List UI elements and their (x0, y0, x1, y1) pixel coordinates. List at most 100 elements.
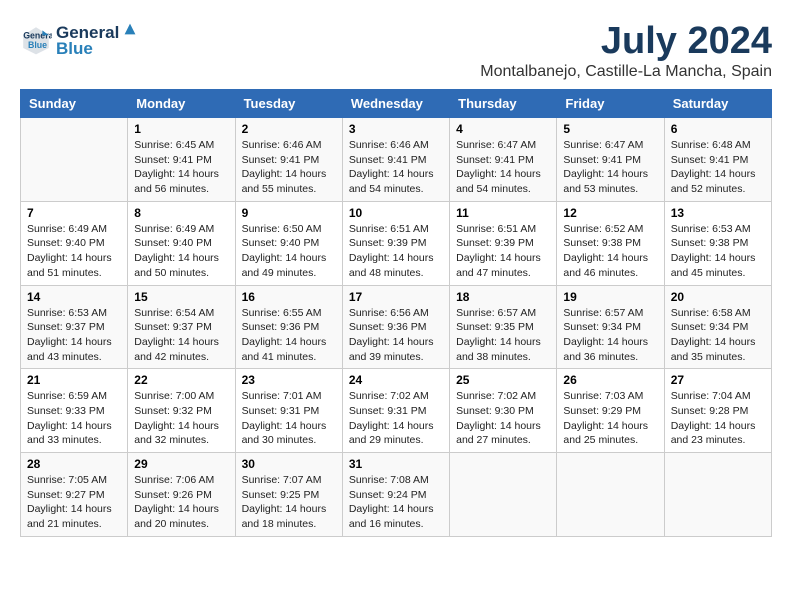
week-row-1: 1Sunrise: 6:45 AM Sunset: 9:41 PM Daylig… (21, 118, 772, 202)
svg-text:Blue: Blue (28, 40, 47, 50)
cell-content: Sunrise: 7:02 AM Sunset: 9:30 PM Dayligh… (456, 389, 550, 448)
calendar-cell: 29 Sunrise: 7:06 AM Sunset: 9:26 PM Dayli… (128, 453, 235, 537)
day-header-friday: Friday (557, 90, 664, 118)
day-number: 20 (671, 290, 765, 304)
svg-text:General: General (23, 30, 52, 40)
cell-content: Sunrise: 6:59 AM Sunset: 9:33 PM Dayligh… (27, 389, 121, 448)
calendar-cell: 17Sunrise: 6:56 AM Sunset: 9:36 PM Dayli… (342, 285, 449, 369)
cell-content: Sunrise: 6:58 AM Sunset: 9:34 PM Dayligh… (671, 306, 765, 365)
day-number: 18 (456, 290, 550, 304)
day-number: 4 (456, 122, 550, 136)
cell-content: Sunrise: 6:47 AM Sunset: 9:41 PM Dayligh… (456, 138, 550, 197)
calendar-cell: 26 Sunrise: 7:03 AM Sunset: 9:29 PM Dayli… (557, 369, 664, 453)
cell-content: Sunrise: 6:57 AM Sunset: 9:35 PM Dayligh… (456, 306, 550, 365)
cell-content: Sunrise: 7:06 AM Sunset: 9:26 PM Dayligh… (134, 473, 228, 532)
day-number: 25 (456, 373, 550, 387)
cell-content: Sunrise: 6:49 AM Sunset: 9:40 PM Dayligh… (27, 222, 121, 281)
logo-icon: General Blue (20, 24, 52, 56)
cell-content: Sunrise: 6:56 AM Sunset: 9:36 PM Dayligh… (349, 306, 443, 365)
cell-content: Sunrise: 7:07 AM Sunset: 9:25 PM Dayligh… (242, 473, 336, 532)
cell-content: Sunrise: 6:48 AM Sunset: 9:41 PM Dayligh… (671, 138, 765, 197)
calendar-cell: 31 Sunrise: 7:08 AM Sunset: 9:24 PM Dayli… (342, 453, 449, 537)
calendar-cell (450, 453, 557, 537)
location-subtitle: Montalbanejo, Castille-La Mancha, Spain (480, 63, 772, 81)
cell-content: Sunrise: 6:49 AM Sunset: 9:40 PM Dayligh… (134, 222, 228, 281)
calendar-cell: 19 Sunrise: 6:57 AM Sunset: 9:34 PM Dayli… (557, 285, 664, 369)
day-number: 16 (242, 290, 336, 304)
calendar-cell: 16 Sunrise: 6:55 AM Sunset: 9:36 PM Dayli… (235, 285, 342, 369)
cell-content: Sunrise: 6:57 AM Sunset: 9:34 PM Dayligh… (563, 306, 657, 365)
cell-content: Sunrise: 7:03 AM Sunset: 9:29 PM Dayligh… (563, 389, 657, 448)
calendar-cell: 24Sunrise: 7:02 AM Sunset: 9:31 PM Dayli… (342, 369, 449, 453)
day-number: 3 (349, 122, 443, 136)
calendar-table: SundayMondayTuesdayWednesdayThursdayFrid… (20, 89, 772, 537)
calendar-cell: 7Sunrise: 6:49 AM Sunset: 9:40 PM Daylig… (21, 201, 128, 285)
day-number: 23 (242, 373, 336, 387)
cell-content: Sunrise: 6:46 AM Sunset: 9:41 PM Dayligh… (242, 138, 336, 197)
calendar-cell: 27 Sunrise: 7:04 AM Sunset: 9:28 PM Dayli… (664, 369, 771, 453)
day-number: 12 (563, 206, 657, 220)
calendar-cell: 5Sunrise: 6:47 AM Sunset: 9:41 PM Daylig… (557, 118, 664, 202)
calendar-cell (21, 118, 128, 202)
cell-content: Sunrise: 6:51 AM Sunset: 9:39 PM Dayligh… (456, 222, 550, 281)
calendar-cell: 9Sunrise: 6:50 AM Sunset: 9:40 PM Daylig… (235, 201, 342, 285)
day-number: 14 (27, 290, 121, 304)
cell-content: Sunrise: 6:47 AM Sunset: 9:41 PM Dayligh… (563, 138, 657, 197)
calendar-cell: 8Sunrise: 6:49 AM Sunset: 9:40 PM Daylig… (128, 201, 235, 285)
day-number: 28 (27, 457, 121, 471)
calendar-cell: 20 Sunrise: 6:58 AM Sunset: 9:34 PM Dayli… (664, 285, 771, 369)
week-row-5: 28 Sunrise: 7:05 AM Sunset: 9:27 PM Dayli… (21, 453, 772, 537)
calendar-cell: 2Sunrise: 6:46 AM Sunset: 9:41 PM Daylig… (235, 118, 342, 202)
cell-content: Sunrise: 6:53 AM Sunset: 9:37 PM Dayligh… (27, 306, 121, 365)
day-number: 31 (349, 457, 443, 471)
page-header: General Blue General Blue July 2024 Mont… (20, 20, 772, 81)
calendar-cell: 12 Sunrise: 6:52 AM Sunset: 9:38 PM Dayli… (557, 201, 664, 285)
day-number: 22 (134, 373, 228, 387)
day-number: 26 (563, 373, 657, 387)
week-row-3: 14 Sunrise: 6:53 AM Sunset: 9:37 PM Dayli… (21, 285, 772, 369)
cell-content: Sunrise: 7:04 AM Sunset: 9:28 PM Dayligh… (671, 389, 765, 448)
week-row-4: 21Sunrise: 6:59 AM Sunset: 9:33 PM Dayli… (21, 369, 772, 453)
day-number: 19 (563, 290, 657, 304)
cell-content: Sunrise: 7:08 AM Sunset: 9:24 PM Dayligh… (349, 473, 443, 532)
calendar-cell: 10 Sunrise: 6:51 AM Sunset: 9:39 PM Dayli… (342, 201, 449, 285)
day-header-wednesday: Wednesday (342, 90, 449, 118)
cell-content: Sunrise: 6:55 AM Sunset: 9:36 PM Dayligh… (242, 306, 336, 365)
calendar-cell: 28 Sunrise: 7:05 AM Sunset: 9:27 PM Dayli… (21, 453, 128, 537)
week-row-2: 7Sunrise: 6:49 AM Sunset: 9:40 PM Daylig… (21, 201, 772, 285)
calendar-cell: 25 Sunrise: 7:02 AM Sunset: 9:30 PM Dayli… (450, 369, 557, 453)
calendar-cell: 6 Sunrise: 6:48 AM Sunset: 9:41 PM Daylig… (664, 118, 771, 202)
cell-content: Sunrise: 7:00 AM Sunset: 9:32 PM Dayligh… (134, 389, 228, 448)
day-number: 13 (671, 206, 765, 220)
day-number: 10 (349, 206, 443, 220)
day-number: 11 (456, 206, 550, 220)
cell-content: Sunrise: 7:02 AM Sunset: 9:31 PM Dayligh… (349, 389, 443, 448)
day-number: 27 (671, 373, 765, 387)
cell-content: Sunrise: 6:52 AM Sunset: 9:38 PM Dayligh… (563, 222, 657, 281)
day-number: 15 (134, 290, 228, 304)
cell-content: Sunrise: 6:50 AM Sunset: 9:40 PM Dayligh… (242, 222, 336, 281)
day-number: 29 (134, 457, 228, 471)
day-header-sunday: Sunday (21, 90, 128, 118)
day-number: 1 (134, 122, 228, 136)
calendar-cell: 3Sunrise: 6:46 AM Sunset: 9:41 PM Daylig… (342, 118, 449, 202)
cell-content: Sunrise: 7:01 AM Sunset: 9:31 PM Dayligh… (242, 389, 336, 448)
day-number: 6 (671, 122, 765, 136)
calendar-cell (664, 453, 771, 537)
calendar-cell: 13 Sunrise: 6:53 AM Sunset: 9:38 PM Dayli… (664, 201, 771, 285)
calendar-cell: 23 Sunrise: 7:01 AM Sunset: 9:31 PM Dayli… (235, 369, 342, 453)
cell-content: Sunrise: 6:54 AM Sunset: 9:37 PM Dayligh… (134, 306, 228, 365)
day-header-tuesday: Tuesday (235, 90, 342, 118)
calendar-cell: 22 Sunrise: 7:00 AM Sunset: 9:32 PM Dayli… (128, 369, 235, 453)
calendar-cell: 18 Sunrise: 6:57 AM Sunset: 9:35 PM Dayli… (450, 285, 557, 369)
day-number: 30 (242, 457, 336, 471)
calendar-cell: 14 Sunrise: 6:53 AM Sunset: 9:37 PM Dayli… (21, 285, 128, 369)
calendar-cell: 21Sunrise: 6:59 AM Sunset: 9:33 PM Dayli… (21, 369, 128, 453)
day-header-saturday: Saturday (664, 90, 771, 118)
cell-content: Sunrise: 6:53 AM Sunset: 9:38 PM Dayligh… (671, 222, 765, 281)
day-header-thursday: Thursday (450, 90, 557, 118)
cell-content: Sunrise: 7:05 AM Sunset: 9:27 PM Dayligh… (27, 473, 121, 532)
cell-content: Sunrise: 6:51 AM Sunset: 9:39 PM Dayligh… (349, 222, 443, 281)
calendar-cell: 4 Sunrise: 6:47 AM Sunset: 9:41 PM Daylig… (450, 118, 557, 202)
logo: General Blue General Blue (20, 20, 139, 59)
